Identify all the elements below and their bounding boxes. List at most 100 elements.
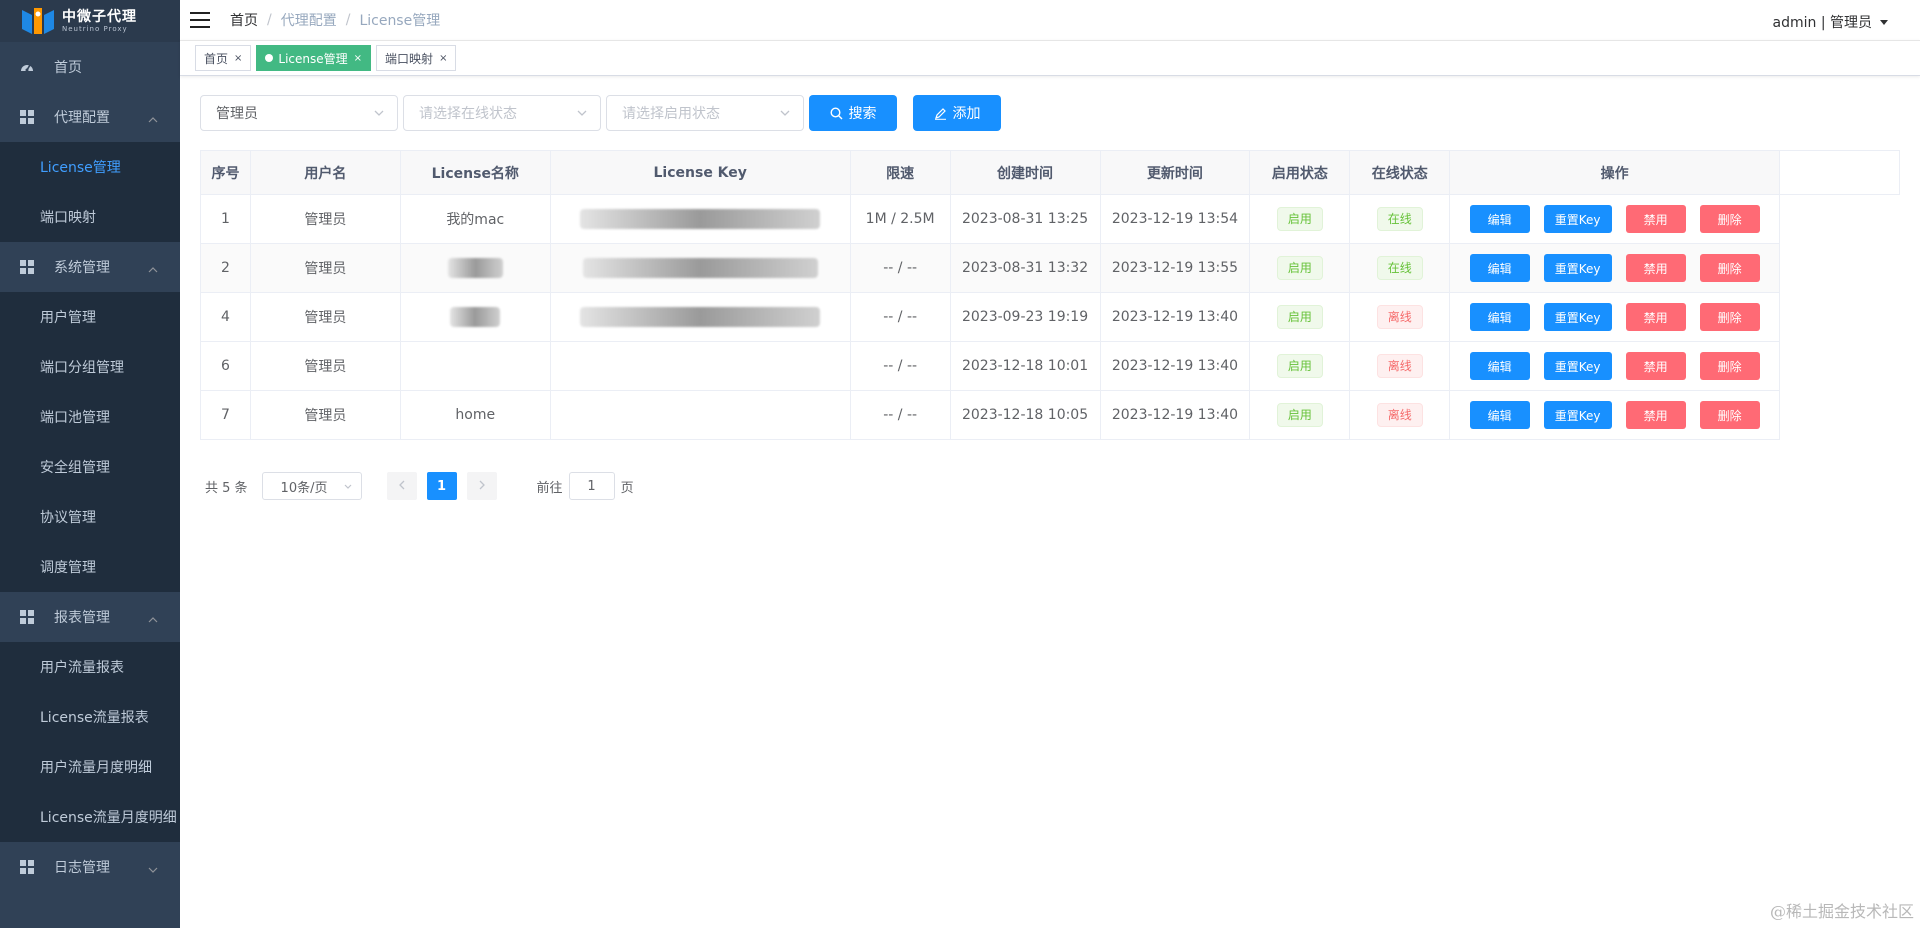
- sidebar-group-reports[interactable]: 报表管理: [0, 592, 180, 642]
- cell-updated: 2023-12-19 13:54: [1099, 194, 1251, 244]
- chevron-down-icon: [343, 481, 353, 496]
- cell-enabled: 启用: [1249, 194, 1351, 244]
- chevron-up-icon: [148, 111, 158, 127]
- sidebar-item-port-groups[interactable]: 端口分组管理: [0, 342, 180, 392]
- disable-button[interactable]: 禁用: [1625, 401, 1686, 429]
- sidebar-group-proxy[interactable]: 代理配置: [0, 92, 180, 142]
- cell-license-key: [549, 194, 851, 244]
- page-size-select[interactable]: 10条/页: [261, 472, 362, 500]
- chevron-up-icon: [148, 611, 158, 627]
- sidebar-item-protocols[interactable]: 协议管理: [0, 492, 180, 542]
- delete-button[interactable]: 删除: [1699, 254, 1760, 282]
- user-select[interactable]: 管理员: [200, 95, 398, 131]
- col-filler: [1779, 150, 1900, 195]
- delete-button[interactable]: 删除: [1699, 303, 1760, 331]
- enabled-badge: 启用: [1276, 207, 1323, 231]
- cell-updated: 2023-12-19 13:40: [1099, 390, 1251, 440]
- sidebar-item-license-monthly-detail[interactable]: License流量月度明细: [0, 792, 180, 842]
- active-dot-icon: [265, 54, 274, 62]
- cell-enabled: 启用: [1249, 292, 1351, 342]
- hamburger-icon[interactable]: [190, 12, 210, 28]
- online-status-select[interactable]: 请选择在线状态: [403, 95, 601, 131]
- user-dropdown[interactable]: admin | 管理员: [1773, 12, 1888, 32]
- disable-button[interactable]: 禁用: [1625, 303, 1686, 331]
- prev-page-button[interactable]: [386, 472, 417, 500]
- redacted-key: [580, 307, 821, 327]
- cell-user: 管理员: [249, 341, 401, 391]
- search-button[interactable]: 搜索: [809, 95, 897, 131]
- online-status-placeholder: 请选择在线状态: [419, 106, 517, 122]
- cell-filler: [1779, 243, 1900, 293]
- edit-button[interactable]: 编辑: [1469, 254, 1530, 282]
- cell-created: 2023-08-31 13:25: [949, 194, 1101, 244]
- delete-button[interactable]: 删除: [1699, 401, 1760, 429]
- sidebar-item-license-traffic-report[interactable]: License流量报表: [0, 692, 180, 742]
- sidebar-item-port-mapping[interactable]: 端口映射: [0, 192, 180, 242]
- enable-status-select[interactable]: 请选择启用状态: [606, 95, 804, 131]
- cell-license-name: home: [399, 390, 551, 440]
- delete-button[interactable]: 删除: [1699, 352, 1760, 380]
- enabled-badge: 启用: [1276, 256, 1323, 280]
- reset-key-button[interactable]: 重置Key: [1543, 352, 1612, 380]
- sidebar-item-user-traffic-report[interactable]: 用户流量报表: [0, 642, 180, 692]
- breadcrumb: 首页 / 代理配置 / License管理: [230, 10, 440, 30]
- tag-label: 首页: [204, 51, 229, 66]
- col-actions: 操作: [1449, 150, 1781, 195]
- delete-button[interactable]: 删除: [1699, 205, 1760, 233]
- goto-page-input[interactable]: 1: [568, 472, 615, 500]
- add-button-label: 添加: [952, 105, 981, 121]
- tag-port-mapping[interactable]: 端口映射 ×: [376, 45, 457, 71]
- chevron-right-icon: [478, 479, 486, 494]
- sidebar-item-users[interactable]: 用户管理: [0, 292, 180, 342]
- logo[interactable]: 中微子代理 Neutrino Proxy: [0, 0, 180, 42]
- reset-key-button[interactable]: 重置Key: [1543, 254, 1612, 282]
- tag-home[interactable]: 首页 ×: [195, 45, 252, 71]
- grid-icon: [20, 110, 34, 124]
- sidebar-group-label: 日志管理: [54, 860, 110, 876]
- chevron-down-icon: [779, 107, 791, 123]
- reset-key-button[interactable]: 重置Key: [1543, 303, 1612, 331]
- page-number[interactable]: 1: [426, 472, 457, 500]
- sidebar-item-user-monthly-detail[interactable]: 用户流量月度明细: [0, 742, 180, 792]
- content: 管理员 请选择在线状态 请选择启用状态 搜索 添加 序号 用户名 License…: [180, 76, 1920, 500]
- close-icon[interactable]: ×: [439, 53, 447, 64]
- grid-icon: [20, 260, 34, 274]
- reset-key-button[interactable]: 重置Key: [1543, 205, 1612, 233]
- edit-button[interactable]: 编辑: [1469, 205, 1530, 233]
- edit-button[interactable]: 编辑: [1469, 303, 1530, 331]
- sidebar-group-system[interactable]: 系统管理: [0, 242, 180, 292]
- search-button-label: 搜索: [848, 105, 877, 121]
- add-button[interactable]: 添加: [913, 95, 1001, 131]
- disable-button[interactable]: 禁用: [1625, 254, 1686, 282]
- cell-actions: 编辑 重置Key 禁用 删除: [1449, 292, 1781, 342]
- edit-button[interactable]: 编辑: [1469, 352, 1530, 380]
- cell-enabled: 启用: [1249, 341, 1351, 391]
- cell-license-key: [549, 390, 851, 440]
- breadcrumb-proxy-config: 代理配置: [280, 13, 337, 29]
- tag-license[interactable]: License管理 ×: [256, 45, 372, 71]
- disable-button[interactable]: 禁用: [1625, 352, 1686, 380]
- sidebar-item-security-groups[interactable]: 安全组管理: [0, 442, 180, 492]
- sidebar-item-scheduling[interactable]: 调度管理: [0, 542, 180, 592]
- enabled-badge: 启用: [1276, 354, 1323, 378]
- table-row: 2 管理员 -- / -- 2023-08-31 13:32 2023-12-1…: [200, 243, 1900, 293]
- cell-updated: 2023-12-19 13:40: [1099, 341, 1251, 391]
- reset-key-button[interactable]: 重置Key: [1543, 401, 1612, 429]
- online-badge: 离线: [1376, 403, 1423, 427]
- enabled-badge: 启用: [1276, 305, 1323, 329]
- disable-button[interactable]: 禁用: [1625, 205, 1686, 233]
- cell-speed: 1M / 2.5M: [849, 194, 951, 244]
- sidebar-item-license[interactable]: License管理: [0, 142, 180, 192]
- next-page-button[interactable]: [466, 472, 497, 500]
- sidebar-group-logs[interactable]: 日志管理: [0, 842, 180, 892]
- table-row: 1 管理员 我的mac 1M / 2.5M 2023-08-31 13:25 2…: [200, 194, 1900, 244]
- sidebar-item-port-pool[interactable]: 端口池管理: [0, 392, 180, 442]
- sidebar-item-home[interactable]: 首页: [0, 42, 180, 92]
- close-icon[interactable]: ×: [234, 53, 242, 64]
- close-icon[interactable]: ×: [354, 53, 362, 64]
- cell-license-key: [549, 243, 851, 293]
- breadcrumb-home[interactable]: 首页: [230, 10, 258, 30]
- cell-actions: 编辑 重置Key 禁用 删除: [1449, 194, 1781, 244]
- edit-button[interactable]: 编辑: [1469, 401, 1530, 429]
- cell-license-name: [399, 243, 551, 293]
